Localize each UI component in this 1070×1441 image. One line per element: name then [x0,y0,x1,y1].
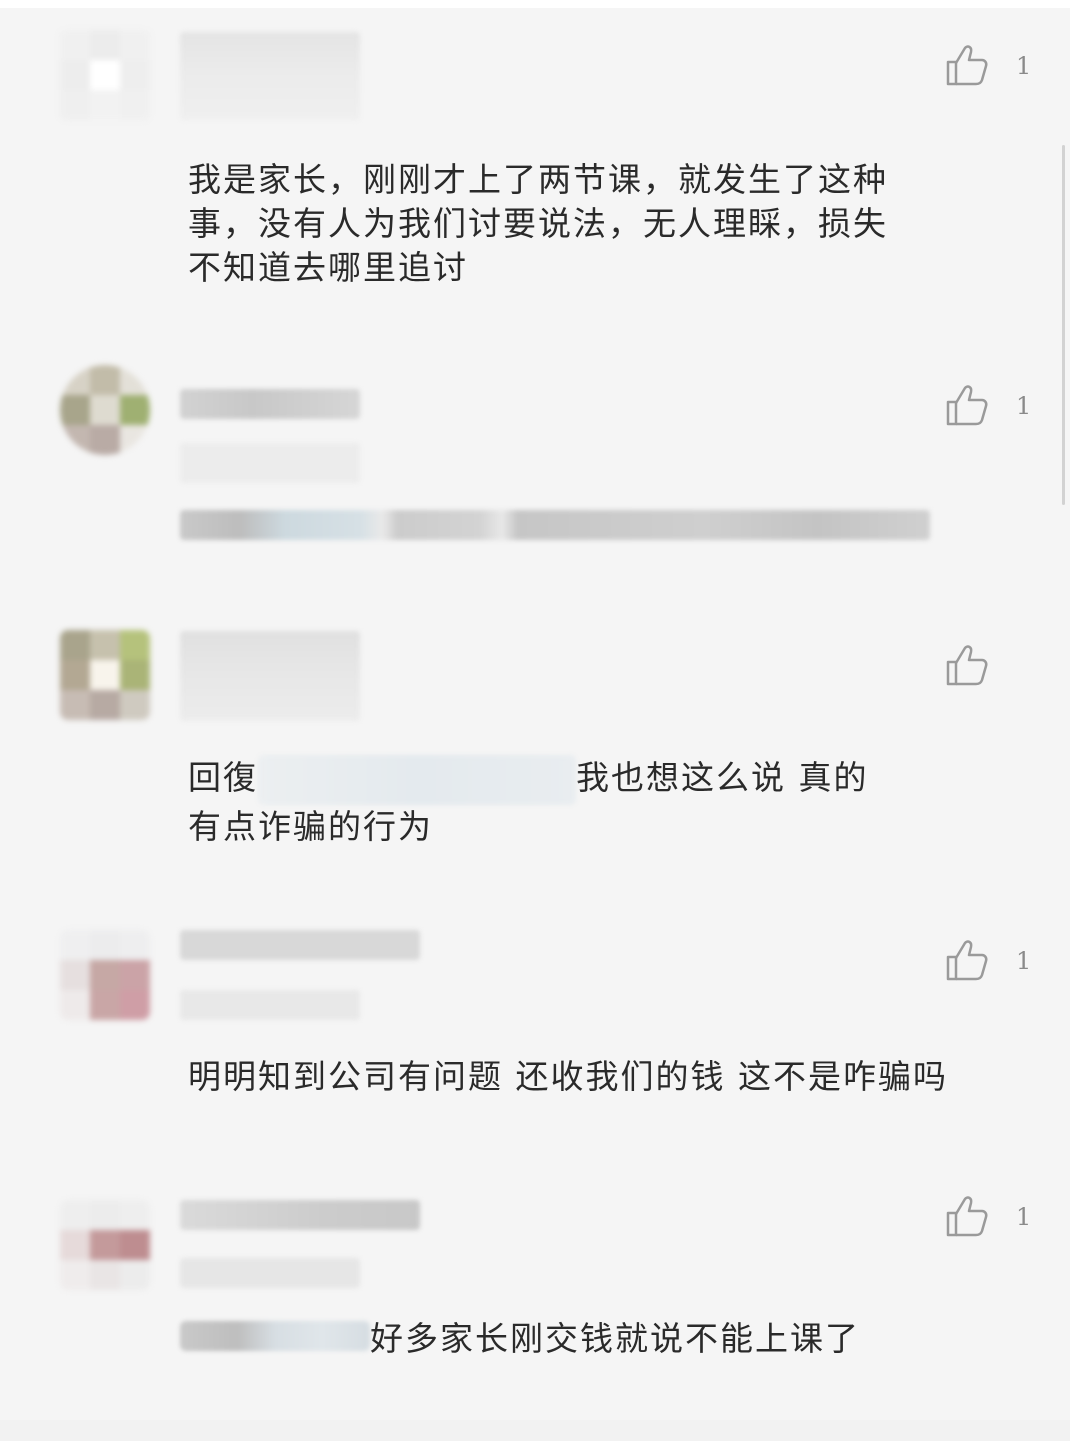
comment-text-line: 事，没有人为我们讨要说法，无人理睬，损失 [188,204,888,243]
avatar[interactable] [60,1200,150,1290]
mention-redacted[interactable] [258,755,576,805]
username-redacted[interactable] [180,32,360,120]
thumbs-up-icon[interactable] [944,382,990,428]
comment-item: 1 好多家长刚交钱就说不能上课了 [0,1180,1060,1420]
username-redacted[interactable] [180,930,420,960]
username-redacted[interactable] [180,1200,420,1230]
scrollbar[interactable] [1062,145,1065,505]
username-redacted[interactable] [180,389,360,419]
thumbs-up-icon[interactable] [944,937,990,983]
comment-text-line: 好多家长刚交钱就说不能上课了 [370,1319,860,1358]
comment-item: 回復 我也想这么说 真的 有点诈骗的行为 [0,605,1060,905]
reply-prefix: 回復 [188,758,258,797]
like-count: 1 [1016,52,1032,80]
comment-text-line: 不知道去哪里追讨 [188,248,468,287]
comment-item: 1 明明知到公司有问题 还收我们的钱 这不是咋骗吗 [0,910,1060,1175]
comment-text-redacted [180,510,930,540]
avatar[interactable] [60,630,150,720]
comment-text: 好多家长刚交钱就说不能上课了 [180,1314,860,1358]
comment-item: 1 [0,345,1060,600]
avatar[interactable] [60,30,150,120]
thumbs-up-icon[interactable] [944,42,990,88]
like-count: 1 [1016,947,1032,975]
comment-text: 回復 我也想这么说 真的 有点诈骗的行为 [188,755,869,849]
like-count: 1 [1016,392,1032,420]
thumbs-up-icon[interactable] [944,642,990,688]
mention-redacted[interactable] [180,1321,370,1351]
meta-redacted [180,990,360,1020]
comment-text: 明明知到公司有问题 还收我们的钱 这不是咋骗吗 [188,1057,948,1096]
comment-item: 1 我是家长，刚刚才上了两节课，就发生了这种 事，没有人为我们讨要说法，无人理睬… [0,0,1060,340]
comment-text: 我是家长，刚刚才上了两节课，就发生了这种 事，没有人为我们讨要说法，无人理睬，损… [188,158,888,290]
bottom-edge [0,1420,1070,1441]
comment-text-line: 我是家长，刚刚才上了两节课，就发生了这种 [188,160,888,199]
thumbs-up-icon[interactable] [944,1193,990,1239]
avatar[interactable] [60,930,150,1020]
comment-text-line: 我也想这么说 真的 [576,758,869,797]
meta-redacted [180,443,360,483]
avatar[interactable] [60,365,150,455]
like-count: 1 [1016,1203,1032,1231]
meta-redacted [180,1258,360,1288]
username-redacted[interactable] [180,631,360,721]
comment-text-line: 有点诈骗的行为 [188,807,433,846]
